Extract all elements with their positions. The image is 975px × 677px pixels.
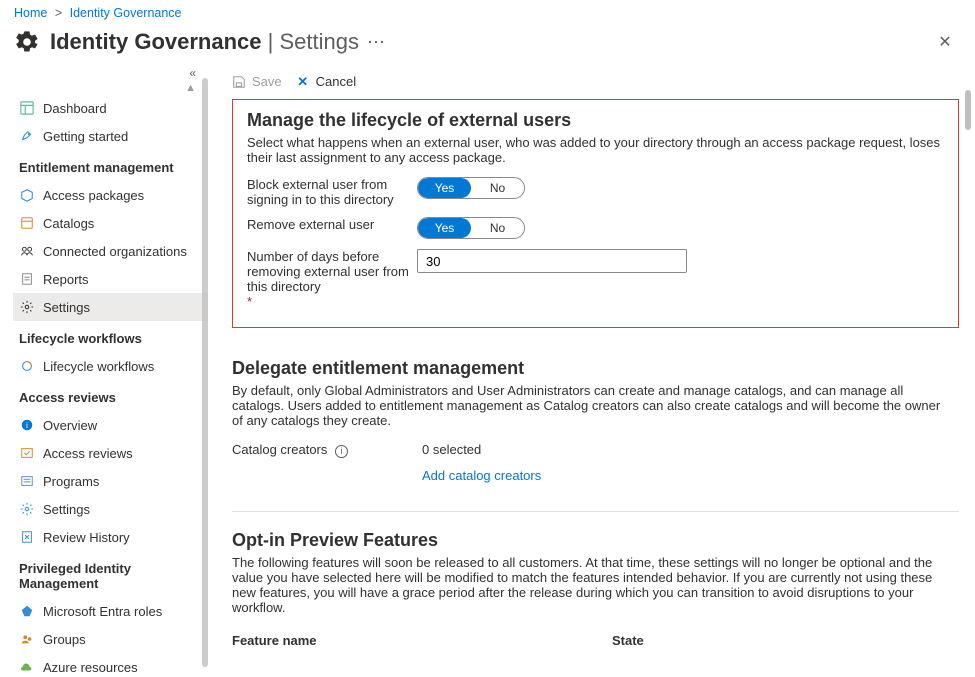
info-icon[interactable]: i [335,445,348,458]
optin-desc: The following features will soon be rele… [232,555,952,615]
sidebar-item-settings[interactable]: Settings [13,293,208,321]
lifecycle-section: Manage the lifecycle of external users S… [232,99,959,328]
sidebar-item-groups[interactable]: Groups [13,625,208,653]
entra-icon [19,603,35,619]
col-state: State [612,633,644,648]
sidebar-item-catalogs[interactable]: Catalogs [13,209,208,237]
sidebar-section-access-reviews: Access reviews [13,380,208,411]
cancel-icon: ✕ [296,75,310,89]
sidebar-item-label: Azure resources [43,660,138,675]
reports-icon [19,271,35,287]
delegate-title: Delegate entitlement management [232,358,959,379]
sidebar-item-connected-orgs[interactable]: Connected organizations [13,237,208,265]
toggle-yes[interactable]: Yes [418,178,471,198]
sidebar-item-dashboard[interactable]: Dashboard [13,94,208,122]
info-icon: i [19,417,35,433]
org-icon [19,243,35,259]
package-icon [19,187,35,203]
sidebar-item-azure-resources[interactable]: Azure resources [13,653,208,677]
sidebar-section-entitlement: Entitlement management [13,150,208,181]
scroll-up-icon[interactable]: ▲ [185,82,196,94]
gear-icon [14,29,40,55]
optin-title: Opt-in Preview Features [232,530,959,551]
programs-icon [19,473,35,489]
sidebar-item-programs[interactable]: Programs [13,467,208,495]
gear-icon [19,299,35,315]
catalog-creators-label: Catalog creators i [232,442,422,458]
history-icon [19,529,35,545]
breadcrumb: Home > Identity Governance [0,0,975,24]
sidebar-item-overview[interactable]: i Overview [13,411,208,439]
sidebar-item-review-history[interactable]: Review History [13,523,208,551]
breadcrumb-identity-governance[interactable]: Identity Governance [70,6,182,20]
save-icon [232,75,246,89]
block-user-toggle[interactable]: Yes No [417,177,525,199]
toolbar: Save ✕ Cancel [232,68,959,99]
sidebar-item-label: Review History [43,530,130,545]
catalog-icon [19,215,35,231]
dashboard-icon [19,100,35,116]
sidebar-item-label: Access packages [43,188,144,203]
sidebar-section-lifecycle: Lifecycle workflows [13,321,208,352]
sidebar-item-label: Catalogs [43,216,94,231]
page-header: Identity Governance | Settings ⋯ ✕ [0,24,975,68]
days-label: Number of days before removing external … [247,249,417,309]
page-title: Identity Governance | Settings [50,29,359,55]
breadcrumb-home[interactable]: Home [14,6,47,20]
sidebar-item-label: Lifecycle workflows [43,359,154,374]
sidebar-item-label: Access reviews [43,446,133,461]
lifecycle-desc: Select what happens when an external use… [247,135,944,165]
rocket-icon [19,128,35,144]
sidebar-item-label: Getting started [43,129,128,144]
days-input[interactable] [417,249,687,273]
workflow-icon [19,358,35,374]
sidebar-item-label: Groups [43,632,86,647]
sidebar-item-lifecycle-workflows[interactable]: Lifecycle workflows [13,352,208,380]
sidebar-item-label: Dashboard [43,101,107,116]
sidebar-item-getting-started[interactable]: Getting started [13,122,208,150]
sidebar-item-label: Overview [43,418,97,433]
lifecycle-title: Manage the lifecycle of external users [247,110,944,131]
col-feature-name: Feature name [232,633,612,648]
remove-user-label: Remove external user [247,217,417,232]
more-icon[interactable]: ⋯ [367,32,386,53]
catalog-creators-value: 0 selected [422,442,481,457]
sidebar-item-ar-settings[interactable]: Settings [13,495,208,523]
save-button[interactable]: Save [232,74,282,89]
toggle-no[interactable]: No [471,218,524,238]
sidebar-section-pim: Privileged Identity Management [13,551,208,597]
review-icon [19,445,35,461]
sidebar-item-label: Programs [43,474,99,489]
add-catalog-creators-link[interactable]: Add catalog creators [422,468,541,483]
delegate-desc: By default, only Global Administrators a… [232,383,952,428]
sidebar-item-label: Connected organizations [43,244,187,259]
optin-table-header: Feature name State [232,633,959,648]
toggle-no[interactable]: No [471,178,524,198]
block-user-label: Block external user from signing in to t… [247,177,417,207]
close-icon[interactable]: ✕ [929,26,961,58]
sidebar-item-label: Reports [43,272,89,287]
breadcrumb-sep: > [55,6,62,20]
azure-icon [19,659,35,675]
sidebar-item-reports[interactable]: Reports [13,265,208,293]
divider [232,511,959,512]
gear-icon [19,501,35,517]
sidebar-item-entra-roles[interactable]: Microsoft Entra roles [13,597,208,625]
remove-user-toggle[interactable]: Yes No [417,217,525,239]
sidebar: « ▲ Dashboard Getting started Entitlement… [3,68,208,677]
collapse-icon[interactable]: « [189,68,196,80]
sidebar-item-access-reviews[interactable]: Access reviews [13,439,208,467]
sidebar-item-access-packages[interactable]: Access packages [13,181,208,209]
cancel-button[interactable]: ✕ Cancel [296,74,356,89]
groups-icon [19,631,35,647]
sidebar-item-label: Settings [43,502,90,517]
main-content: Save ✕ Cancel Manage the lifecycle of ex… [208,68,975,677]
toggle-yes[interactable]: Yes [418,218,471,238]
sidebar-item-label: Microsoft Entra roles [43,604,162,619]
sidebar-item-label: Settings [43,300,90,315]
